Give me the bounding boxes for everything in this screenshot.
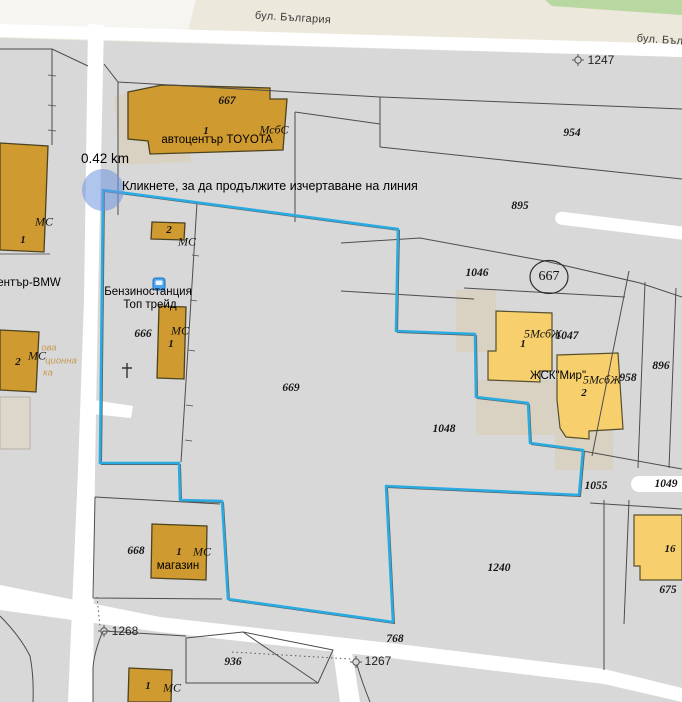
building-number: 2 xyxy=(15,356,21,368)
building-number: 1 xyxy=(176,546,182,558)
building-jsk-mir-2 xyxy=(557,353,623,439)
building-number: 2 xyxy=(581,387,587,399)
measure-handle[interactable] xyxy=(82,169,124,211)
parcel-label-1049: 1049 xyxy=(655,478,678,490)
parcel-label-958: 958 xyxy=(619,372,636,384)
parcel-label-1046: 1046 xyxy=(466,267,489,279)
parcel-label-954: 954 xyxy=(563,127,580,139)
map-vector-layer xyxy=(0,0,682,702)
building-number: 1 xyxy=(168,338,174,350)
building-type-label: 5МсбЖ xyxy=(583,373,621,388)
parcel-label-1240: 1240 xyxy=(488,562,511,574)
road-badge-667-text: 667 xyxy=(539,269,560,285)
parcel-label-675: 675 xyxy=(659,584,676,596)
point-label-1268: 1268 xyxy=(112,624,139,638)
building-name-toyota: автоцентър TOYOTA xyxy=(161,134,272,146)
draw-tooltip: Кликнете, за да продължите изчертаване н… xyxy=(122,179,418,193)
parcel-label-668: 668 xyxy=(127,545,144,557)
parcel-label-1055: 1055 xyxy=(585,480,608,492)
parcel-label-666: 666 xyxy=(134,328,151,340)
street-fragment: ка xyxy=(43,368,53,379)
building-number: 1 xyxy=(20,234,26,246)
tan-building xyxy=(0,397,30,449)
building-number: 2 xyxy=(166,224,172,236)
parcel-label-768: 768 xyxy=(386,633,403,645)
building-type-label: МС xyxy=(193,545,211,560)
measure-distance-label: 0.42 km xyxy=(81,151,129,166)
building-type-label: МС xyxy=(178,235,196,250)
parcel-label-896: 896 xyxy=(652,360,669,372)
parcel-label-895: 895 xyxy=(511,200,528,212)
building-number: 1 xyxy=(145,680,151,692)
parcel-label-1047: 1047 xyxy=(556,330,579,342)
parcel-label-669: 669 xyxy=(282,382,299,394)
building-number: 1 xyxy=(520,338,526,350)
building-name-jsk-mir: ЖСК"Мир" xyxy=(530,370,586,382)
building-type-label: МС xyxy=(35,215,53,230)
parcel-label-667: 667 xyxy=(218,95,235,107)
parcel-label-936: 936 xyxy=(224,656,241,668)
building-type-label: МС xyxy=(163,681,181,696)
poi-label-fuel-station-line1: Бензиностанция xyxy=(104,286,192,298)
parcel-label-1048: 1048 xyxy=(433,423,456,435)
map-canvas[interactable]: бул. Българиябул. Бъл1247667954895МсбС1а… xyxy=(0,0,682,702)
building-name-bmw: ентър-BMW xyxy=(0,277,61,289)
building-type-label: МС xyxy=(171,324,189,339)
point-label-1267: 1267 xyxy=(365,654,392,668)
poi-label-fuel-station-line2: Топ трейд xyxy=(123,299,176,311)
point-label-1247: 1247 xyxy=(588,53,615,67)
building-name-magazin: магазин xyxy=(157,560,200,572)
building-number-16: 16 xyxy=(665,543,676,555)
street-fragment: ционна xyxy=(45,356,77,367)
street-fragment: ова xyxy=(41,343,56,354)
